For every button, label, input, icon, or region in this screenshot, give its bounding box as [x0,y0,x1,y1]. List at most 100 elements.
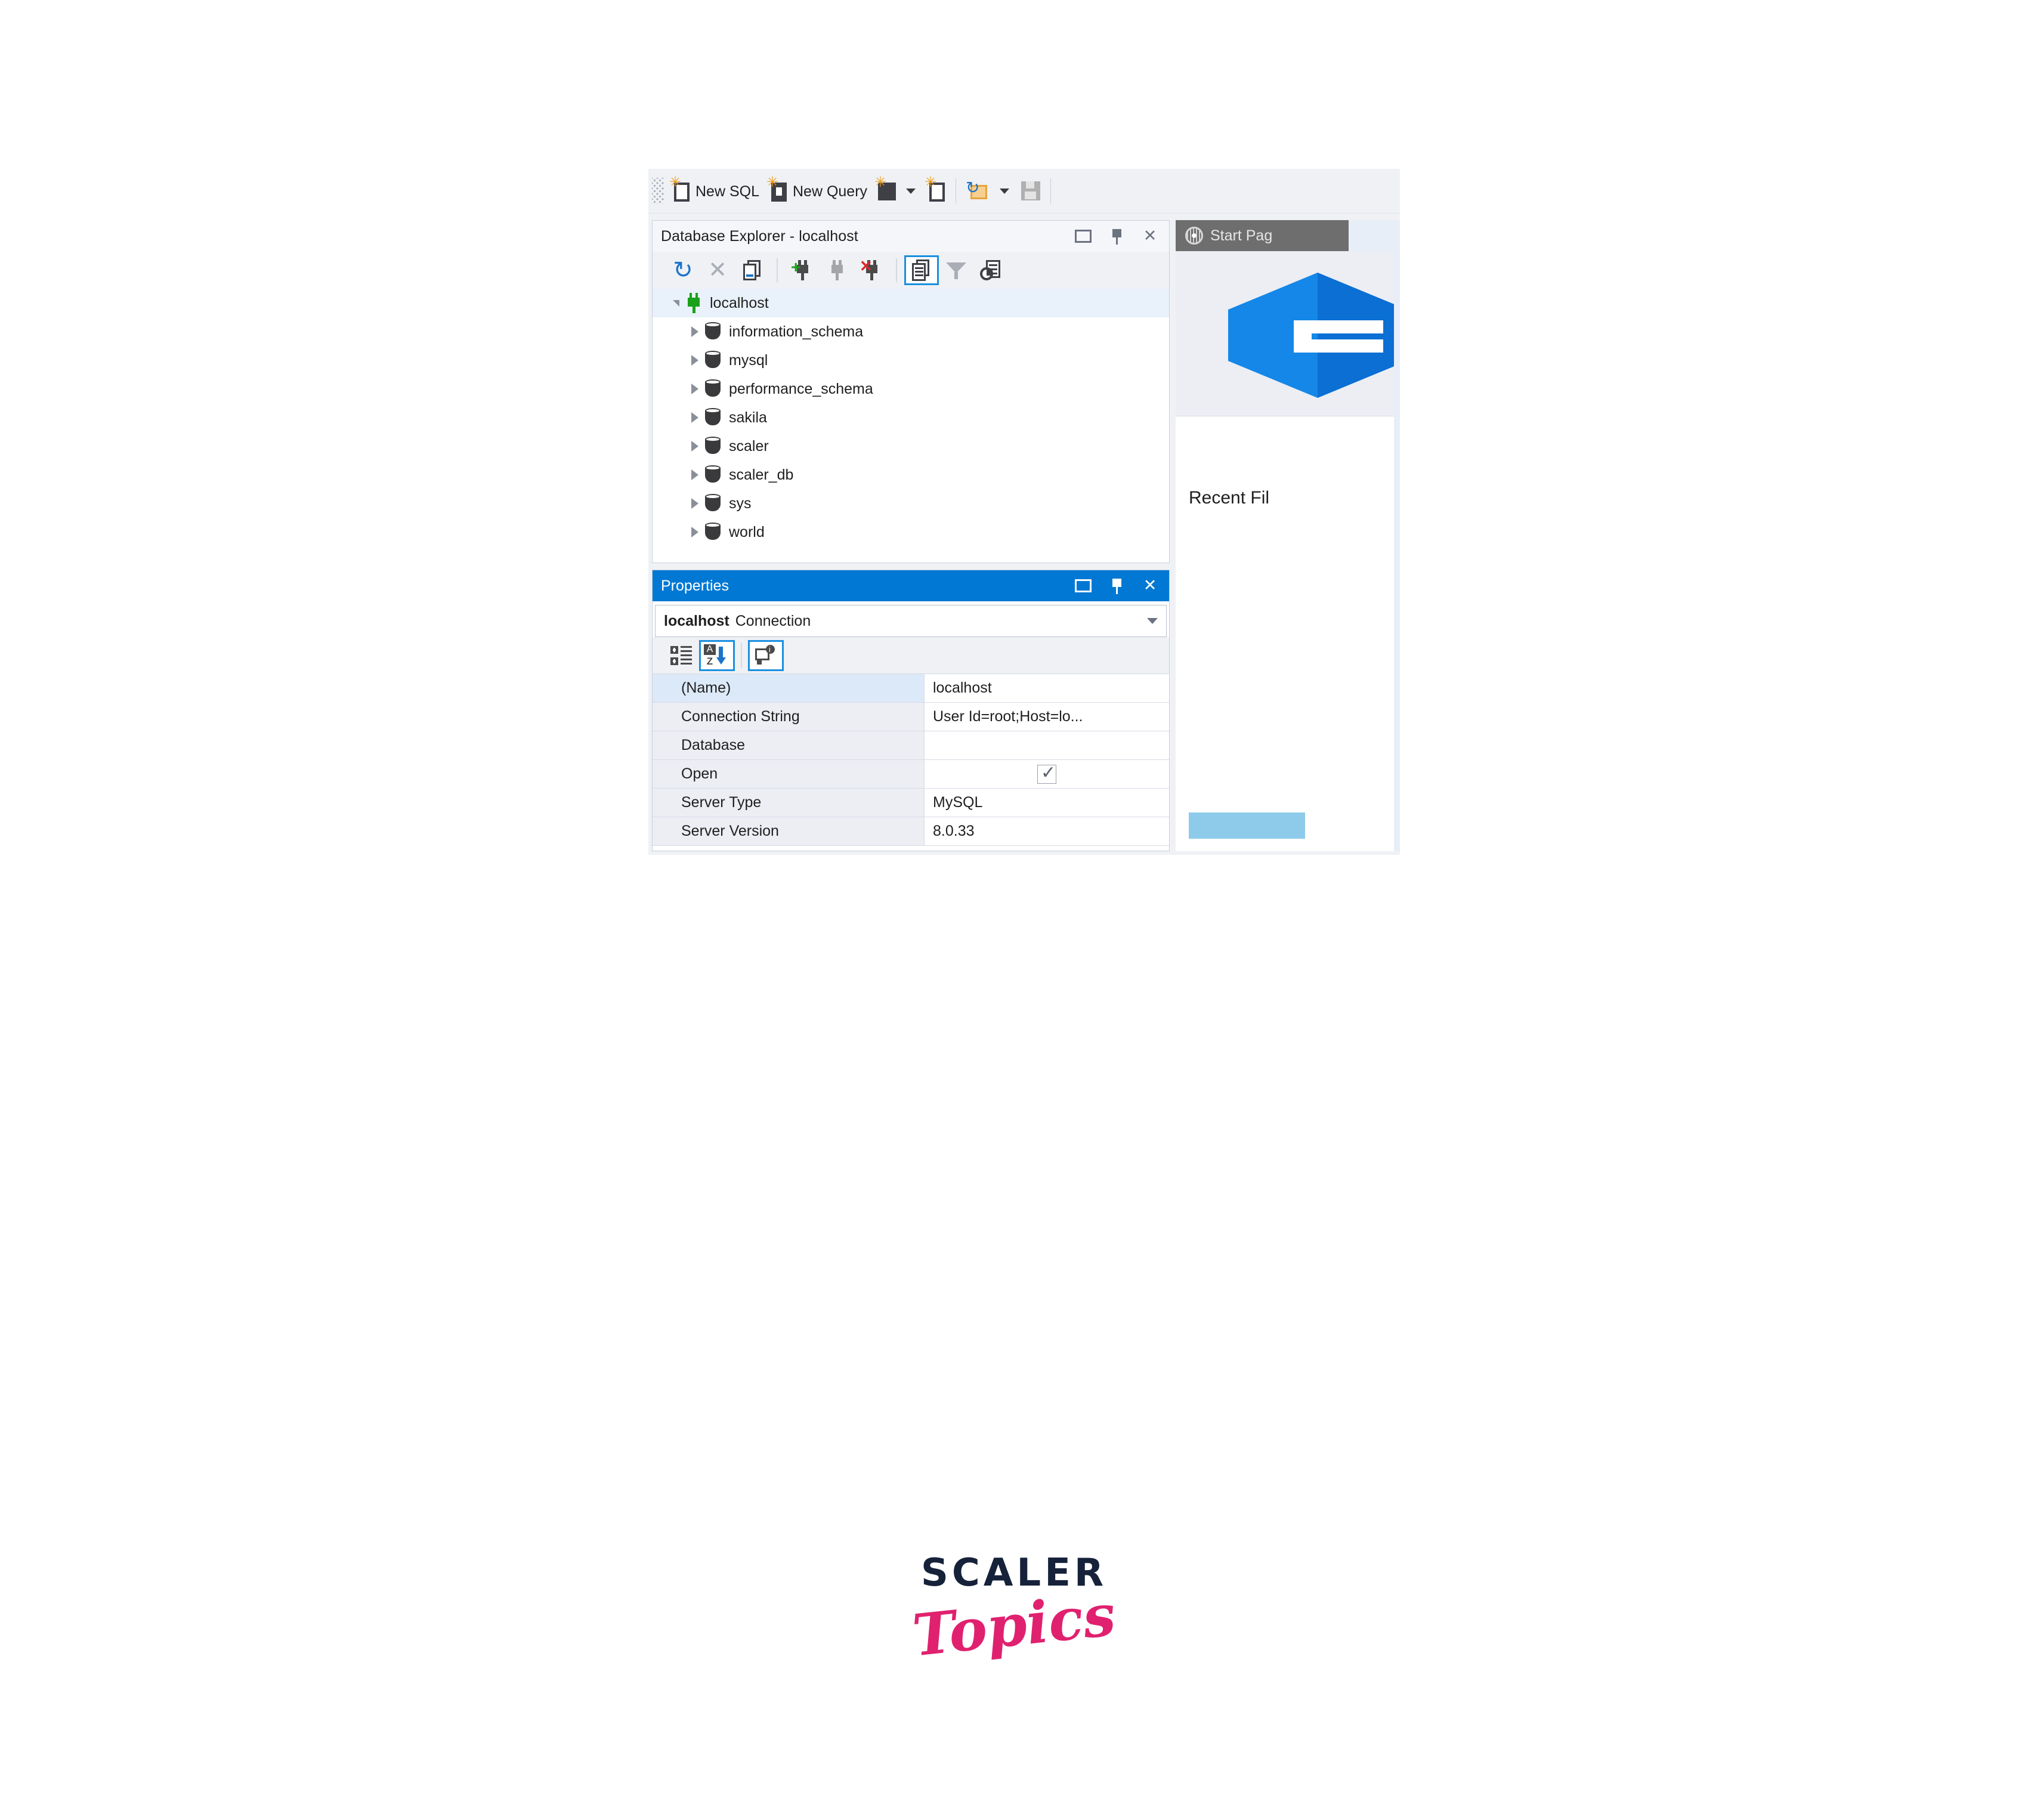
maximize-icon[interactable] [1075,230,1092,243]
scaler-topics-logo: SCALER Topics [889,1551,1139,1700]
remove-connection-icon[interactable]: ✕ [854,255,889,285]
toolbar-separator-2 [1050,178,1052,203]
maximize-icon[interactable] [1075,579,1092,592]
tree-node-world[interactable]: world [672,518,1169,546]
delete-icon[interactable]: ✕ [700,255,735,285]
alphabetical-sort-icon[interactable]: A Z [699,639,735,671]
connected-plug-icon [686,293,701,313]
tree-node-label: performance_schema [729,380,873,397]
new-sql-button[interactable]: ✳ New SQL [666,174,763,208]
property-value[interactable]: localhost [925,674,1169,702]
new-query-button[interactable]: ✳ New Query [763,174,871,208]
panel-divider[interactable] [1171,220,1176,851]
property-value[interactable]: User Id=root;Host=lo... [925,703,1169,731]
database-icon [705,523,721,542]
close-icon[interactable]: ✕ [1142,228,1158,245]
database-icon [705,494,721,513]
tree-node-scaler[interactable]: scaler [672,432,1169,461]
pin-icon[interactable] [1108,228,1125,245]
open-checkbox[interactable] [1037,762,1056,784]
dbforge-hex-logo-icon [1228,273,1400,398]
properties-grid[interactable]: (Name) localhost Connection String User … [653,674,1169,846]
application-window: ✳ New SQL ✳ New Query ✳ ✳ ↻ Database Exp… [648,169,1400,855]
tree-node-label: sys [729,495,752,512]
property-key: Connection String [653,703,925,731]
save-disk-icon [1019,180,1041,202]
property-value[interactable] [925,760,1169,788]
tree-node-mysql[interactable]: mysql [672,346,1169,375]
new-connection-icon[interactable]: + [785,255,820,285]
categorized-icon[interactable] [663,640,699,671]
open-file-dropdown-icon[interactable] [1000,188,1010,194]
expand-triangle-icon[interactable] [685,498,705,509]
database-explorer-title: Database Explorer - localhost [661,227,858,245]
property-value[interactable] [925,731,1169,759]
disconnect-icon[interactable] [820,255,854,285]
document-area-edge [1394,220,1400,851]
property-row-server-type[interactable]: Server Type MySQL [653,789,1169,817]
chevron-down-icon[interactable] [1147,618,1158,624]
pin-icon[interactable] [1108,577,1125,594]
property-key: Server Type [653,789,925,817]
database-icon [705,465,721,484]
property-row-server-version[interactable]: Server Version 8.0.33 [653,817,1169,846]
database-tree[interactable]: localhost information_schema mysql perfo… [653,289,1169,563]
database-icon [705,408,721,427]
properties-icon[interactable] [904,255,939,285]
new-sql-icon: ✳ [669,175,691,202]
refresh-icon[interactable]: ↻ [666,255,700,285]
properties-titlebar: Properties ✕ [653,570,1169,601]
tree-node-information-schema[interactable]: information_schema [672,317,1169,346]
tree-node-sakila[interactable]: sakila [672,403,1169,432]
property-row-open[interactable]: Open [653,760,1169,789]
open-file-button[interactable]: ↻ [962,174,994,208]
new-query-label: New Query [792,183,868,200]
filter-icon[interactable] [939,255,973,285]
expand-triangle-icon[interactable] [685,441,705,452]
database-explorer-window-buttons: ✕ [1075,228,1169,245]
toolbar-grip-handle[interactable] [652,178,664,204]
properties-title: Properties [661,577,729,594]
tree-node-label: scaler [729,437,769,455]
new-file-button[interactable]: ✳ [922,174,950,208]
property-value[interactable]: 8.0.33 [925,817,1169,845]
duplicate-icon[interactable] [735,255,769,285]
property-value[interactable]: MySQL [925,789,1169,817]
tab-label: Start Pag [1210,227,1273,244]
property-key: Server Version [653,817,925,845]
tree-node-sys[interactable]: sys [672,489,1169,518]
properties-object-selector[interactable]: localhost Connection [655,605,1167,637]
tree-node-label: mysql [729,351,768,369]
expand-triangle-icon[interactable] [685,469,705,480]
property-row-database[interactable]: Database [653,731,1169,760]
close-icon[interactable]: ✕ [1142,577,1158,594]
database-icon [705,351,721,370]
toolbar-separator-3 [777,258,778,282]
database-explorer-panel: Database Explorer - localhost ✕ ↻ ✕ + ✕ … [652,220,1170,563]
report-icon[interactable] [973,255,1008,285]
expand-triangle-icon[interactable] [685,355,705,366]
collapse-triangle-icon[interactable] [666,299,686,307]
tree-node-label: sakila [729,409,767,426]
new-object-button[interactable]: ✳ [871,174,900,208]
expand-triangle-icon[interactable] [685,326,705,337]
property-row-name[interactable]: (Name) localhost [653,674,1169,703]
new-object-dropdown-icon[interactable] [906,188,916,194]
expand-triangle-icon[interactable] [685,384,705,394]
tree-node-label: world [729,523,765,540]
document-tabstrip: Start Pag [1176,220,1400,251]
save-button[interactable] [1015,174,1045,208]
new-object-icon: ✳ [874,175,896,202]
expand-triangle-icon[interactable] [685,527,705,537]
tree-node-scaler-db[interactable]: scaler_db [672,461,1169,489]
tree-node-localhost[interactable]: localhost [653,289,1169,317]
property-pages-icon[interactable]: i [748,639,784,671]
tab-start-page[interactable]: Start Pag [1176,220,1349,251]
property-row-connection-string[interactable]: Connection String User Id=root;Host=lo..… [653,703,1169,731]
new-query-icon: ✳ [766,175,788,202]
tree-node-label: information_schema [729,323,864,340]
recent-file-item-highlighted[interactable] [1189,812,1305,839]
tree-node-performance-schema[interactable]: performance_schema [672,375,1169,403]
expand-triangle-icon[interactable] [685,412,705,423]
database-icon [705,437,721,456]
